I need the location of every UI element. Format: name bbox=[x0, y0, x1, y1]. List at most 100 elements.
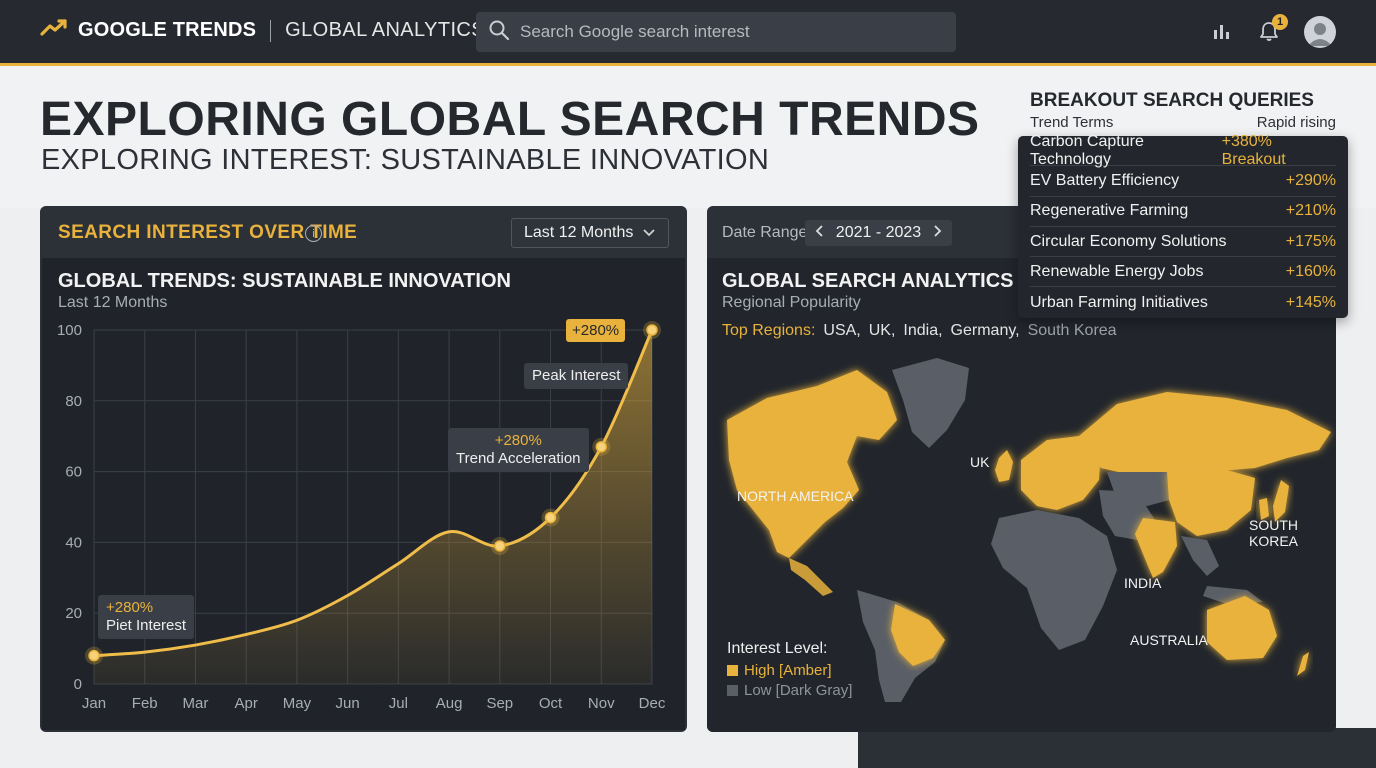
brand-name: GOOGLE TRENDS bbox=[78, 19, 257, 41]
region-india[interactable]: India, bbox=[903, 322, 942, 340]
brand-logo[interactable]: GOOGLE TRENDS GLOBAL ANALYTICS bbox=[40, 18, 485, 43]
map-china[interactable] bbox=[1167, 470, 1255, 536]
footer-dark-band bbox=[858, 728, 1376, 768]
chevron-left-icon[interactable] bbox=[815, 224, 825, 242]
date-range-label: Date Range bbox=[722, 224, 808, 241]
map-north-america[interactable] bbox=[727, 370, 897, 558]
legend-high-label: High [Amber] bbox=[744, 662, 832, 679]
start-change: +280% bbox=[106, 599, 154, 616]
region-south-korea[interactable]: South Korea bbox=[1028, 322, 1117, 340]
map-uk[interactable] bbox=[995, 450, 1013, 482]
map-russia[interactable] bbox=[1079, 392, 1331, 474]
mid-label: Trend Acceleration bbox=[456, 450, 581, 467]
x-tick-label: Dec bbox=[639, 695, 666, 712]
data-point bbox=[88, 649, 100, 662]
timeframe-select[interactable]: Last 12 Months bbox=[511, 218, 669, 248]
search-bar[interactable] bbox=[476, 12, 956, 52]
breakout-title: BREAKOUT SEARCH QUERIES bbox=[1030, 90, 1314, 111]
info-icon[interactable]: i bbox=[305, 225, 322, 242]
data-point bbox=[544, 511, 557, 524]
brand-section: GLOBAL ANALYTICS bbox=[285, 19, 485, 41]
timeframe-value: Last 12 Months bbox=[524, 224, 634, 241]
x-tick-label: Jun bbox=[336, 695, 360, 712]
page-title: EXPLORING GLOBAL SEARCH TRENDS bbox=[40, 93, 980, 146]
map-india[interactable] bbox=[1135, 518, 1177, 578]
query-change: +290% bbox=[1285, 171, 1336, 189]
query-change: +160% bbox=[1285, 262, 1336, 280]
acceleration-annotation: +280% Trend Acceleration bbox=[448, 428, 589, 472]
chevron-right-icon[interactable] bbox=[932, 224, 942, 242]
x-tick-label: Mar bbox=[183, 695, 209, 712]
x-tick-label: May bbox=[283, 695, 312, 712]
map-label-india: INDIA bbox=[1124, 575, 1162, 591]
region-uk[interactable]: UK, bbox=[869, 322, 896, 340]
mid-change: +280% bbox=[494, 432, 542, 449]
query-term: Regenerative Farming bbox=[1030, 202, 1189, 220]
search-icon bbox=[488, 19, 510, 46]
query-term: Urban Farming Initiatives bbox=[1030, 293, 1208, 311]
map-japan[interactable] bbox=[1273, 480, 1289, 522]
query-term: EV Battery Efficiency bbox=[1030, 171, 1180, 189]
top-bar: GOOGLE TRENDS GLOBAL ANALYTICS 1 bbox=[0, 0, 1376, 66]
region-germany[interactable]: Germany, bbox=[951, 322, 1020, 340]
legend-high-swatch bbox=[727, 665, 738, 676]
x-tick-label: Sep bbox=[486, 695, 513, 712]
y-tick-label: 40 bbox=[65, 534, 82, 551]
list-item[interactable]: Urban Farming Initiatives +145% bbox=[1030, 287, 1336, 317]
date-range-picker[interactable]: 2021 - 2023 bbox=[805, 220, 952, 246]
breakout-header: BREAKOUT SEARCH QUERIES bbox=[1030, 90, 1314, 112]
query-change: +380% Breakout bbox=[1221, 132, 1286, 168]
query-change: +145% bbox=[1285, 293, 1336, 311]
y-tick-label: 20 bbox=[65, 605, 82, 622]
legend-low-swatch bbox=[727, 685, 738, 696]
list-item[interactable]: Regenerative Farming +210% bbox=[1030, 197, 1336, 227]
peak-label: Peak Interest bbox=[532, 367, 621, 384]
legend-low: Low [Dark Gray] bbox=[727, 682, 852, 699]
query-term: Circular Economy Solutions bbox=[1030, 232, 1227, 250]
list-item[interactable]: Renewable Energy Jobs +160% bbox=[1030, 257, 1336, 288]
map-greenland[interactable] bbox=[892, 358, 969, 448]
peak-change-pill: +280% bbox=[566, 319, 626, 342]
list-item[interactable]: EV Battery Efficiency +290% bbox=[1030, 166, 1336, 197]
region-usa[interactable]: USA, bbox=[823, 322, 860, 340]
breakout-list: Carbon Capture Technology +380% Breakout … bbox=[1018, 132, 1348, 318]
map-subtitle: Regional Popularity bbox=[722, 294, 861, 311]
notification-badge: 1 bbox=[1272, 14, 1288, 30]
legend-high: High [Amber] bbox=[727, 662, 852, 679]
map-label-uk: UK bbox=[970, 454, 990, 470]
x-tick-label: Jan bbox=[82, 695, 106, 712]
query-term: Carbon Capture Technology bbox=[1030, 132, 1144, 168]
data-point bbox=[494, 540, 506, 552]
page-subtitle: EXPLORING INTEREST: SUSTAINABLE INNOVATI… bbox=[41, 144, 770, 176]
avatar[interactable] bbox=[1304, 16, 1336, 48]
top-regions: Top Regions: USA, UK, India, Germany, So… bbox=[722, 322, 1117, 340]
bar-chart-icon[interactable] bbox=[1208, 18, 1234, 44]
map-new-zealand[interactable] bbox=[1297, 652, 1309, 676]
col-trend-terms: Trend Terms bbox=[1030, 114, 1114, 131]
map-africa[interactable] bbox=[991, 510, 1117, 650]
data-point bbox=[646, 324, 658, 336]
trending-up-icon bbox=[40, 18, 68, 43]
legend-title: Interest Level: bbox=[727, 640, 828, 657]
y-tick-label: 60 bbox=[65, 464, 82, 481]
map-australia[interactable] bbox=[1207, 596, 1277, 660]
x-tick-label: Aug bbox=[436, 695, 463, 712]
x-tick-label: Feb bbox=[132, 695, 158, 712]
map-central-america[interactable] bbox=[789, 558, 833, 596]
legend-low-label: Low [Dark Gray] bbox=[744, 682, 853, 699]
map-label-south-korea: SOUTH KOREA bbox=[1249, 517, 1299, 549]
breakout-columns: Trend Terms Rapid rising bbox=[1030, 114, 1336, 131]
list-item[interactable]: Circular Economy Solutions +175% bbox=[1030, 227, 1336, 258]
query-change: +175% bbox=[1285, 232, 1336, 250]
x-tick-label: Nov bbox=[588, 695, 615, 712]
query-change: +210% bbox=[1285, 202, 1336, 220]
query-term: Renewable Energy Jobs bbox=[1030, 262, 1204, 280]
map-title: GLOBAL SEARCH ANALYTICS MAP bbox=[722, 270, 1064, 292]
map-label-north-america: NORTH AMERICA bbox=[737, 488, 854, 504]
date-range-value: 2021 - 2023 bbox=[835, 224, 922, 241]
data-point bbox=[595, 441, 608, 453]
search-input[interactable] bbox=[520, 22, 940, 42]
list-item[interactable]: Carbon Capture Technology +380% Breakout bbox=[1030, 132, 1336, 168]
start-annotation: +280% Piet Interest bbox=[98, 595, 195, 639]
brand-divider bbox=[270, 19, 272, 42]
